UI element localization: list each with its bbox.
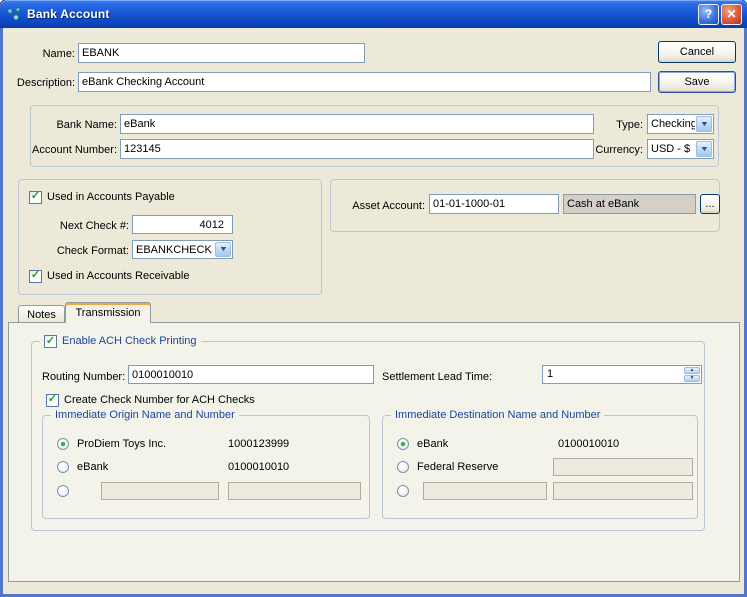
- spin-up-icon: ▲: [690, 368, 695, 373]
- check-icon: ✓: [31, 270, 40, 281]
- spinner-buttons: ▲ ▼: [684, 367, 700, 382]
- window-title: Bank Account: [27, 7, 696, 21]
- origin-custom-name-input[interactable]: [101, 482, 219, 500]
- routing-number-input[interactable]: [128, 365, 374, 384]
- check-icon: ✓: [31, 191, 40, 202]
- next-check-input[interactable]: [132, 215, 233, 234]
- bank-name-input[interactable]: [120, 114, 594, 134]
- app-icon: [6, 6, 22, 22]
- origin-option1-radio[interactable]: [57, 438, 69, 450]
- spin-down-button[interactable]: ▼: [684, 375, 700, 382]
- chevron-down-icon: ▼: [699, 146, 708, 153]
- destination-option1-number: 0100010010: [558, 434, 619, 454]
- origin-custom-number-input[interactable]: [228, 482, 361, 500]
- name-label: Name:: [7, 44, 75, 64]
- create-check-number-label: Create Check Number for ACH Checks: [64, 394, 255, 406]
- asset-account-label: Asset Account:: [333, 196, 425, 216]
- tab-transmission-label: Transmission: [76, 307, 141, 319]
- origin-group: Immediate Origin Name and Number ProDiem…: [42, 415, 370, 519]
- close-button[interactable]: ✕: [721, 4, 742, 25]
- destination-option2-number-input[interactable]: [553, 458, 693, 476]
- check-format-combo-button[interactable]: ▼: [215, 242, 231, 257]
- asset-account-group: Asset Account: ...: [330, 179, 720, 232]
- origin-option1-name: ProDiem Toys Inc.: [77, 434, 166, 454]
- check-icon: ✓: [46, 336, 55, 347]
- ach-group: ✓ Enable ACH Check Printing Routing Numb…: [31, 341, 705, 531]
- bank-info-group: Bank Name: Type: Checking ▼ Account Numb…: [30, 105, 719, 167]
- origin-option2-number: 0100010010: [228, 457, 289, 477]
- currency-combo[interactable]: USD - $ ▼: [647, 139, 714, 159]
- spin-up-button[interactable]: ▲: [684, 367, 700, 374]
- destination-custom-radio[interactable]: [397, 485, 409, 497]
- currency-label: Currency:: [589, 140, 643, 160]
- check-format-combo-value: EBANKCHECK: [133, 241, 214, 258]
- save-button[interactable]: Save: [658, 71, 736, 93]
- origin-group-title: Immediate Origin Name and Number: [51, 408, 239, 423]
- account-number-label: Account Number:: [31, 140, 117, 160]
- used-in-ar-label: Used in Accounts Receivable: [47, 270, 189, 282]
- transmission-tab-panel: ✓ Enable ACH Check Printing Routing Numb…: [8, 322, 740, 582]
- used-in-ar-row[interactable]: ✓ Used in Accounts Receivable: [29, 269, 189, 283]
- next-check-label: Next Check #:: [29, 216, 129, 236]
- used-in-ar-checkbox[interactable]: ✓: [29, 270, 42, 283]
- dialog-body: Name: Cancel Description: Save Bank Name…: [3, 28, 744, 594]
- account-number-input[interactable]: [120, 139, 594, 159]
- tab-notes-label: Notes: [27, 309, 56, 321]
- asset-account-browse-button[interactable]: ...: [700, 194, 720, 214]
- spin-down-icon: ▼: [690, 376, 695, 381]
- type-label: Type:: [599, 115, 643, 135]
- description-label: Description:: [3, 73, 75, 93]
- bank-account-window: Bank Account ? ✕ Name: Cancel Descriptio…: [0, 0, 747, 597]
- destination-group-title: Immediate Destination Name and Number: [391, 408, 604, 423]
- routing-number-label: Routing Number:: [42, 367, 142, 387]
- destination-option2-name: Federal Reserve: [417, 457, 498, 477]
- cancel-button[interactable]: Cancel: [658, 41, 736, 63]
- titlebar: Bank Account ? ✕: [0, 0, 747, 28]
- used-in-ap-label: Used in Accounts Payable: [47, 191, 175, 203]
- chevron-down-icon: ▼: [699, 121, 708, 128]
- create-check-number-checkbox[interactable]: ✓: [46, 394, 59, 407]
- settlement-lead-label: Settlement Lead Time:: [382, 367, 512, 387]
- bank-name-label: Bank Name:: [31, 115, 117, 135]
- asset-account-code-input[interactable]: [429, 194, 559, 214]
- description-input[interactable]: [78, 72, 651, 92]
- destination-group: Immediate Destination Name and Number eB…: [382, 415, 698, 519]
- help-button[interactable]: ?: [698, 4, 719, 25]
- used-in-ap-row[interactable]: ✓ Used in Accounts Payable: [29, 190, 175, 204]
- enable-ach-label: Enable ACH Check Printing: [62, 334, 197, 349]
- close-icon: ✕: [726, 7, 736, 21]
- settlement-lead-value: 1: [543, 366, 683, 383]
- origin-option2-radio[interactable]: [57, 461, 69, 473]
- origin-custom-radio[interactable]: [57, 485, 69, 497]
- destination-custom-number-input[interactable]: [553, 482, 693, 500]
- used-in-ap-checkbox[interactable]: ✓: [29, 191, 42, 204]
- check-icon: ✓: [48, 394, 57, 405]
- tab-transmission[interactable]: Transmission: [65, 302, 151, 323]
- currency-combo-value: USD - $: [648, 140, 695, 158]
- check-format-label: Check Format:: [29, 241, 129, 261]
- currency-combo-button[interactable]: ▼: [696, 141, 712, 157]
- chevron-down-icon: ▼: [218, 246, 227, 253]
- origin-option2-name: eBank: [77, 457, 108, 477]
- destination-option2-radio[interactable]: [397, 461, 409, 473]
- destination-option1-radio[interactable]: [397, 438, 409, 450]
- create-check-number-row[interactable]: ✓ Create Check Number for ACH Checks: [46, 393, 255, 407]
- check-format-combo[interactable]: EBANKCHECK ▼: [132, 240, 233, 259]
- help-icon: ?: [705, 7, 712, 21]
- destination-custom-name-input[interactable]: [423, 482, 547, 500]
- name-input[interactable]: [78, 43, 365, 63]
- origin-option1-number: 1000123999: [228, 434, 289, 454]
- settlement-lead-spinner[interactable]: 1 ▲ ▼: [542, 365, 702, 384]
- type-combo-button[interactable]: ▼: [696, 116, 712, 132]
- destination-option1-name: eBank: [417, 434, 448, 454]
- tab-notes[interactable]: Notes: [18, 305, 65, 323]
- type-combo-value: Checking: [648, 115, 695, 133]
- enable-ach-checkbox[interactable]: ✓: [44, 335, 57, 348]
- asset-account-name-field: [563, 194, 696, 214]
- payable-group: ✓ Used in Accounts Payable Next Check #:…: [18, 179, 322, 295]
- ach-group-legend: ✓ Enable ACH Check Printing: [40, 334, 201, 349]
- type-combo[interactable]: Checking ▼: [647, 114, 714, 134]
